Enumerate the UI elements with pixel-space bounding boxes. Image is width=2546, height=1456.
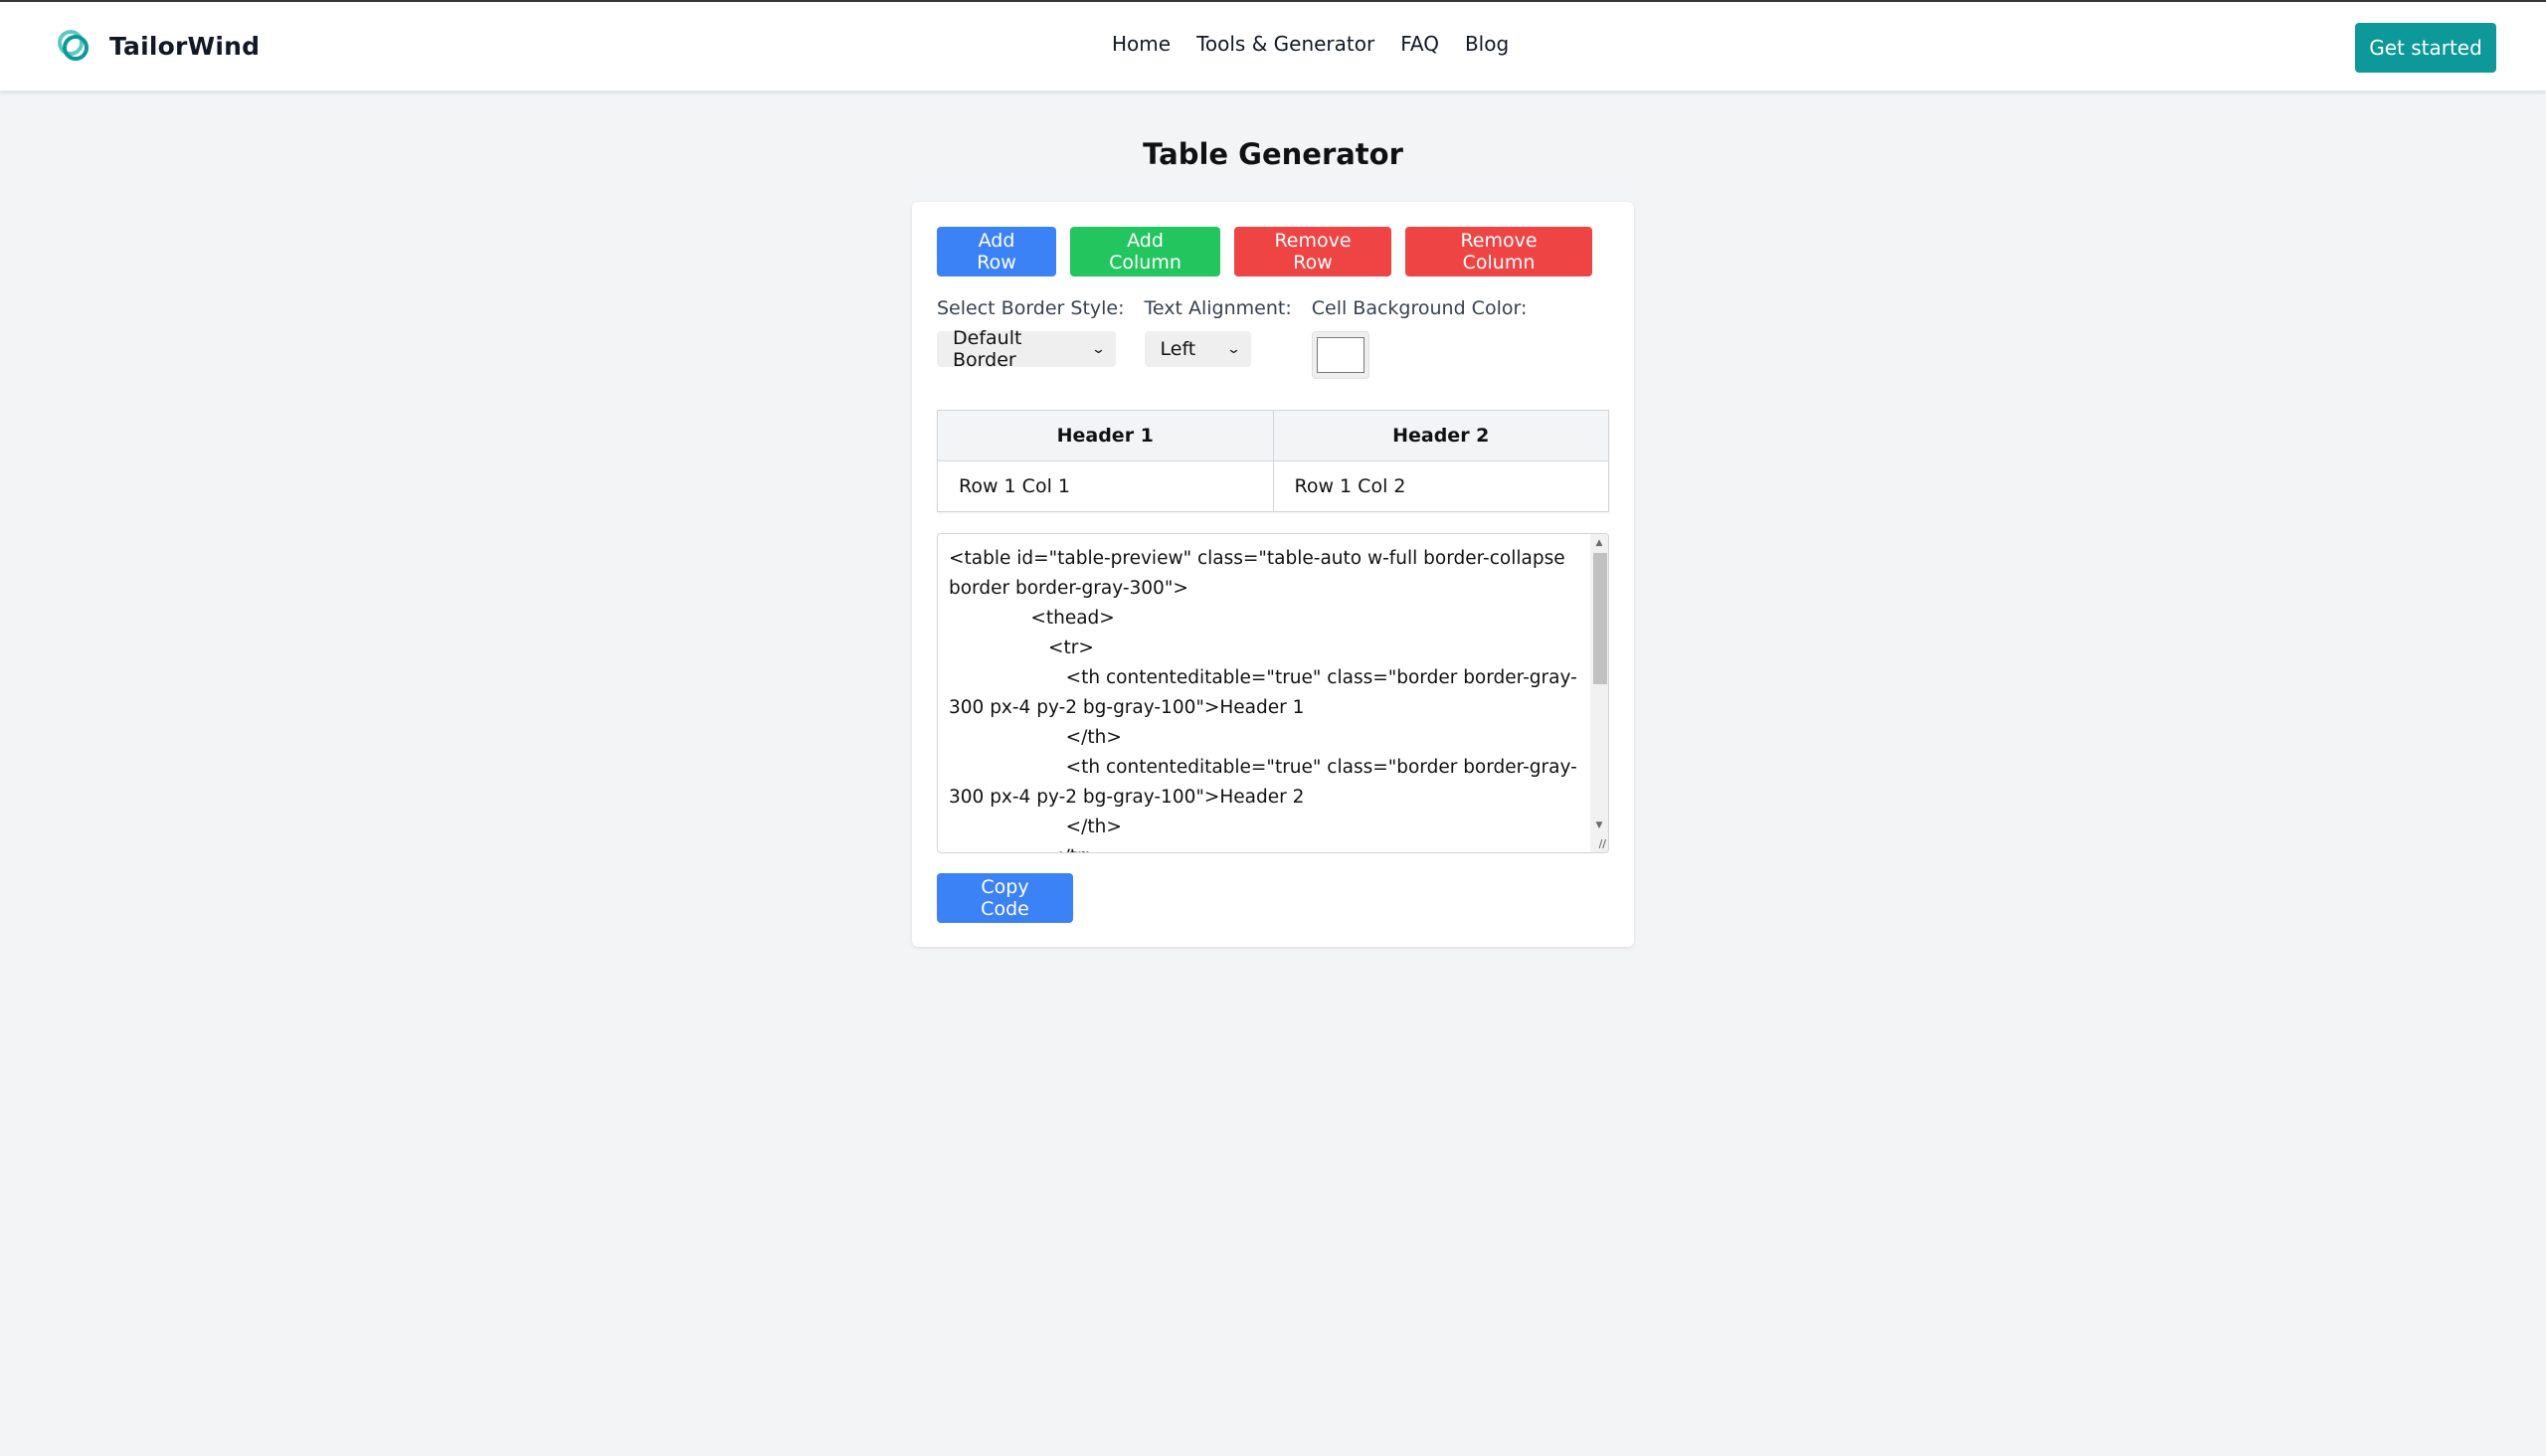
border-style-control: Select Border Style: Default Border ⌄: [937, 297, 1125, 379]
nav-home[interactable]: Home: [1112, 32, 1171, 56]
add-row-button[interactable]: Add Row: [937, 227, 1056, 276]
color-swatch-fill: [1316, 337, 1364, 373]
header-cell[interactable]: Header 2: [1272, 410, 1609, 461]
toolbar: Add Row Add Column Remove Row Remove Col…: [937, 227, 1592, 276]
border-style-value: Default Border: [953, 327, 1022, 371]
border-style-select[interactable]: Default Border ⌄: [937, 327, 1116, 371]
bg-color-control: Cell Background Color:: [1311, 297, 1528, 379]
navbar: TailorWind Home Tools & Generator FAQ Bl…: [0, 2, 2546, 91]
chevron-down-icon: ⌄: [1225, 341, 1241, 357]
remove-column-button[interactable]: Remove Column: [1405, 227, 1592, 276]
remove-row-button[interactable]: Remove Row: [1234, 227, 1391, 276]
header-cell[interactable]: Header 1: [937, 410, 1274, 461]
textarea-scrollbar[interactable]: ▲ ▼: [1590, 534, 1608, 852]
get-started-button[interactable]: Get started: [2355, 23, 2496, 73]
add-column-button[interactable]: Add Column: [1070, 227, 1220, 276]
alignment-value: Left: [1160, 338, 1196, 360]
table-row: Row 1 Col 1 Row 1 Col 2: [937, 460, 1609, 512]
header-row: Header 1 Header 2: [937, 410, 1609, 461]
bg-color-label: Cell Background Color:: [1311, 297, 1528, 319]
alignment-select[interactable]: Left ⌄: [1144, 331, 1251, 367]
alignment-control: Text Alignment: Left ⌄: [1144, 297, 1292, 379]
copy-code-button[interactable]: Copy Code: [937, 873, 1073, 923]
code-output-text: <table id="table-preview" class="table-a…: [949, 548, 1577, 852]
nav-tools-generator[interactable]: Tools & Generator: [1196, 32, 1374, 56]
table-cell[interactable]: Row 1 Col 2: [1272, 460, 1609, 512]
generator-card: Add Row Add Column Remove Row Remove Col…: [912, 202, 1634, 947]
nav-faq[interactable]: FAQ: [1400, 32, 1439, 56]
table-preview: Header 1 Header 2 Row 1 Col 1 Row 1 Col …: [937, 410, 1609, 512]
page-title: Table Generator: [1143, 137, 1403, 171]
border-style-label: Select Border Style:: [937, 297, 1125, 319]
brand-logo[interactable]: TailorWind: [56, 28, 260, 64]
scroll-up-arrow-icon[interactable]: ▲: [1590, 534, 1608, 552]
nav-blog[interactable]: Blog: [1465, 32, 1509, 56]
main-nav: Home Tools & Generator FAQ Blog: [1112, 32, 1509, 56]
scroll-thumb[interactable]: [1593, 553, 1607, 684]
alignment-label: Text Alignment:: [1144, 297, 1292, 319]
table-cell[interactable]: Row 1 Col 1: [937, 460, 1274, 512]
resize-handle-icon[interactable]: ∕∕: [1599, 837, 1606, 850]
bg-color-picker[interactable]: [1311, 331, 1369, 379]
code-output-textarea[interactable]: <table id="table-preview" class="table-a…: [937, 533, 1609, 853]
logo-icon: [58, 30, 89, 61]
chevron-down-icon: ⌄: [1090, 341, 1107, 357]
style-controls: Select Border Style: Default Border ⌄ Te…: [937, 297, 1527, 379]
scroll-down-arrow-icon[interactable]: ▼: [1590, 817, 1608, 834]
brand-name: TailorWind: [109, 31, 261, 61]
